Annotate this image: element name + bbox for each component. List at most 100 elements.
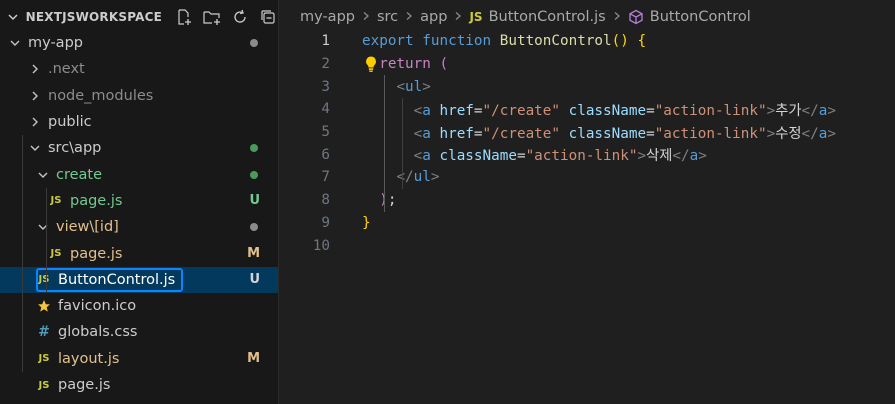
code-token: () <box>611 33 629 50</box>
tree-file[interactable]: JS layout.js M <box>0 346 278 372</box>
javascript-file-icon: JS <box>50 248 62 260</box>
tree-item-label: page.js <box>70 192 123 209</box>
code-token: > <box>637 148 647 165</box>
chevron-down-icon[interactable] <box>28 141 42 155</box>
code-token: return <box>379 56 431 73</box>
code-line[interactable]: 8 ); <box>280 189 895 212</box>
code-token: > <box>698 148 707 165</box>
tree-item-label: src\app <box>48 140 102 157</box>
tree-item-label: node_modules <box>48 87 154 104</box>
code-line[interactable]: 1 export function ButtonControl() { <box>280 30 895 53</box>
chevron-down-icon[interactable] <box>36 220 50 234</box>
line-number: 5 <box>321 124 330 141</box>
tree-folder[interactable]: .next <box>0 56 278 82</box>
code-line[interactable]: 9} <box>280 212 895 235</box>
code-token: href <box>439 125 474 142</box>
code-token: > <box>430 169 440 186</box>
code-token: "/create" <box>482 102 560 119</box>
vscode-window: NEXTJSWORKSPACE my-app .next node_modulesp… <box>0 0 895 404</box>
tree-indent-guide <box>22 135 23 372</box>
refresh-icon[interactable] <box>230 7 250 27</box>
new-file-icon[interactable] <box>174 7 194 27</box>
code-token: = <box>473 125 483 142</box>
code-token: ul <box>413 169 431 186</box>
code-token: < <box>413 125 423 142</box>
code-line[interactable]: 2 return ( <box>280 53 895 76</box>
tree-item-label: layout.js <box>58 350 120 367</box>
breadcrumb-item[interactable]: app <box>420 9 447 25</box>
tree-folder[interactable]: my-app <box>0 30 278 56</box>
chevron-right-icon <box>361 10 371 25</box>
tree-file[interactable]: # globals.css <box>0 319 278 345</box>
code-token: > <box>827 125 836 142</box>
tree-folder[interactable]: node_modules <box>0 83 278 109</box>
line-number: 8 <box>321 192 330 209</box>
chevron-right-icon[interactable] <box>28 62 42 76</box>
chevron-down-icon[interactable] <box>36 168 50 182</box>
code-token: a <box>689 148 699 165</box>
tree-file[interactable]: JS page.js U <box>0 188 278 214</box>
code-token: ButtonControl <box>499 33 612 50</box>
line-number: 10 <box>312 237 330 254</box>
tree-folder[interactable]: create <box>0 161 278 187</box>
tree-folder[interactable]: public <box>0 109 278 135</box>
tree-file[interactable]: favicon.ico <box>0 293 278 319</box>
line-number: 3 <box>321 78 330 95</box>
chevron-down-icon[interactable] <box>6 9 20 25</box>
status-dot <box>250 39 258 48</box>
code-line[interactable]: 3 <ul> <box>280 75 895 98</box>
code-token: "action-link" <box>654 125 767 142</box>
code-area[interactable]: 1 export function ButtonControl() {2 retu… <box>280 30 895 257</box>
breadcrumb-item[interactable]: src <box>377 9 398 25</box>
line-number: 1 <box>321 33 330 50</box>
code-token: className <box>568 125 647 142</box>
focus-outline <box>36 267 183 292</box>
tree-item-label: public <box>48 114 92 131</box>
chevron-right-icon <box>404 10 414 25</box>
javascript-file-icon: JS <box>38 353 50 365</box>
code-line[interactable]: 5 <a href="/create" className="action-li… <box>280 121 895 144</box>
code-token: className <box>568 102 647 119</box>
breadcrumb-item[interactable]: my-app <box>300 9 355 25</box>
line-number: 6 <box>321 146 330 163</box>
code-token: </ <box>801 125 819 142</box>
tree-item-label: globals.css <box>58 324 138 341</box>
tree-file[interactable]: JS ButtonControl.js U <box>0 266 278 293</box>
code-line[interactable]: 10 <box>280 234 895 257</box>
code-token: 삭제 <box>646 148 673 165</box>
code-token: ul <box>405 78 423 95</box>
tree-file[interactable]: JS page.js M <box>0 240 278 266</box>
tree-item-label: favicon.ico <box>58 298 137 315</box>
tree-folder[interactable]: view\[id] <box>0 214 278 240</box>
editor-pane: my-app src app JS ButtonControl.js ButtonCont… <box>280 0 895 404</box>
collapse-all-icon[interactable] <box>258 7 278 27</box>
chevron-right-icon[interactable] <box>28 115 42 129</box>
breadcrumb-item[interactable]: ButtonControl <box>650 9 751 25</box>
code-text: </ul> <box>362 169 439 185</box>
code-line[interactable]: 4 <a href="/create" className="action-li… <box>280 98 895 121</box>
chevron-down-icon[interactable] <box>8 36 22 50</box>
code-token: } <box>362 214 371 231</box>
tree-item-label: page.js <box>70 245 123 262</box>
javascript-file-icon: JS <box>469 10 483 24</box>
tree-folder[interactable]: src\app <box>0 135 278 161</box>
breadcrumb: my-app src app JS ButtonControl.js ButtonCont… <box>280 0 895 34</box>
symbol-method-icon <box>628 9 644 25</box>
code-line[interactable]: 7 </ul> <box>280 166 895 189</box>
breadcrumb-item[interactable]: ButtonControl.js <box>489 9 606 25</box>
lightbulb-icon[interactable] <box>364 55 378 77</box>
code-line[interactable]: 6 <a className="action-link">삭제</a> <box>280 143 895 166</box>
code-token: < <box>396 78 406 95</box>
chevron-right-icon[interactable] <box>28 89 42 103</box>
code-token: = <box>646 102 655 119</box>
tree-item-label: my-app <box>28 35 83 52</box>
explorer-header[interactable]: NEXTJSWORKSPACE <box>0 0 278 34</box>
new-folder-icon[interactable] <box>202 7 222 27</box>
tree-file[interactable]: JS page.js <box>0 372 278 398</box>
